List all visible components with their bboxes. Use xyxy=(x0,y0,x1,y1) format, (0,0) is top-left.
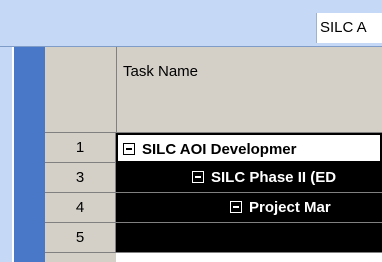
row-number[interactable]: 5 xyxy=(45,223,116,253)
timescale-title-cell: SILC A xyxy=(316,13,382,43)
collapse-icon[interactable] xyxy=(230,201,242,213)
task-name-text: Project Mar xyxy=(249,199,331,216)
column-header-task-name[interactable]: Task Name xyxy=(116,47,382,133)
task-name-text: SILC Phase II (ED xyxy=(211,169,337,186)
collapse-icon[interactable] xyxy=(192,171,204,183)
task-name-cell[interactable] xyxy=(116,223,382,253)
row-number[interactable]: 4 xyxy=(45,193,116,223)
row-number[interactable]: 1 xyxy=(45,133,116,163)
task-name-cell[interactable]: Project Mar xyxy=(116,193,382,223)
row-number[interactable]: 3 xyxy=(45,163,116,193)
task-name-text: SILC AOI Developmer xyxy=(142,141,297,158)
table-row[interactable]: 3 SILC Phase II (ED xyxy=(45,163,382,193)
column-header-label: Task Name xyxy=(123,63,199,80)
table-row[interactable]: 5 xyxy=(45,223,382,253)
task-name-cell[interactable]: SILC Phase II (ED xyxy=(116,163,382,193)
task-name-cell[interactable]: SILC AOI Developmer xyxy=(116,133,382,163)
view-bar[interactable] xyxy=(14,47,45,262)
table-row[interactable]: 1 SILC AOI Developmer xyxy=(45,133,382,163)
table-row[interactable]: 4 Project Mar xyxy=(45,193,382,223)
left-view-bar xyxy=(0,47,12,262)
collapse-icon[interactable] xyxy=(123,143,135,155)
